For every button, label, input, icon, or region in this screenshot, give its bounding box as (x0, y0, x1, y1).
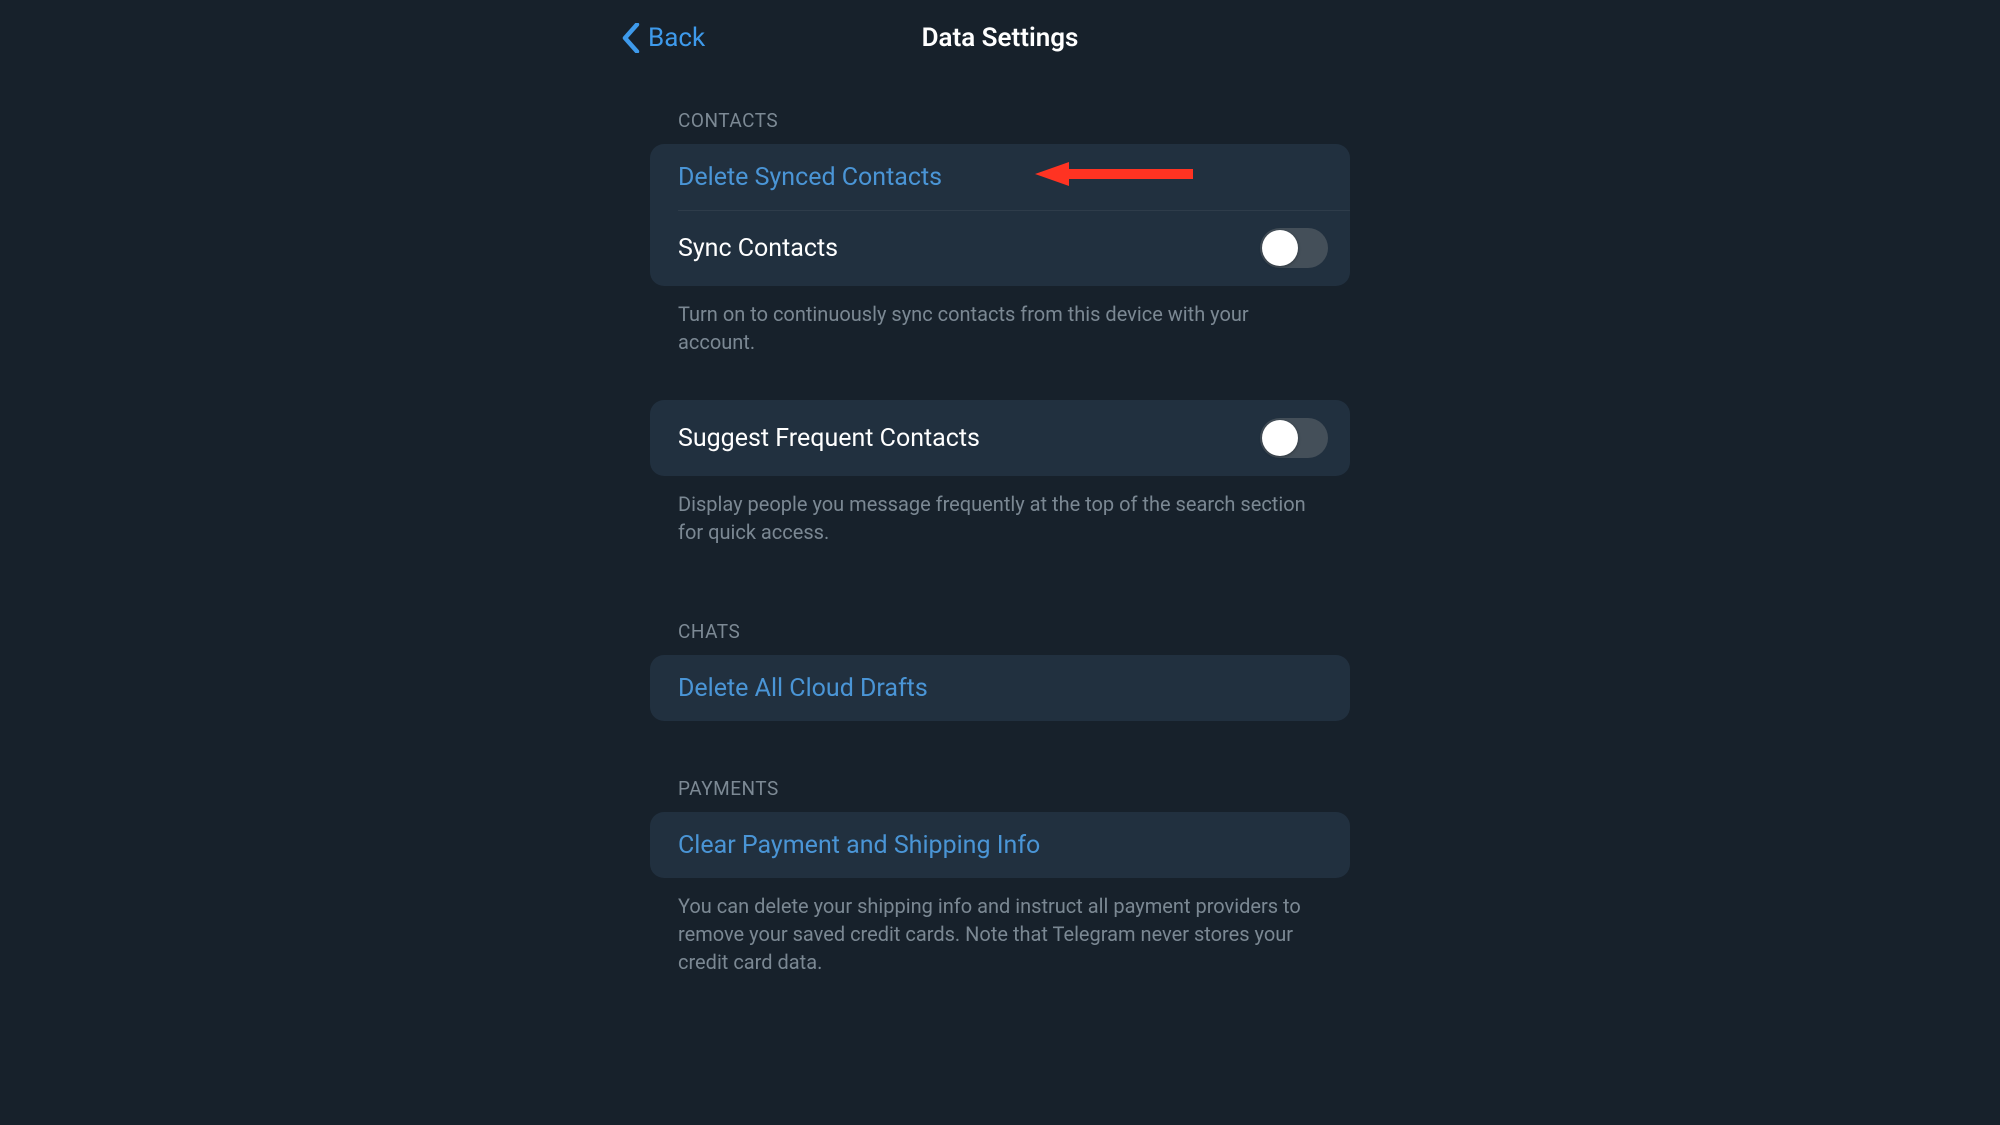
page-title: Data Settings (922, 23, 1079, 53)
chats-group: Delete All Cloud Drafts (650, 655, 1350, 721)
clear-payment-row[interactable]: Clear Payment and Shipping Info (650, 812, 1350, 878)
section-header-chats: CHATS (650, 620, 1350, 643)
delete-synced-contacts-label: Delete Synced Contacts (678, 163, 942, 192)
navbar: Back Data Settings (650, 10, 1350, 65)
switch-knob (1262, 230, 1298, 266)
suggest-frequent-row: Suggest Frequent Contacts (650, 400, 1350, 476)
back-label: Back (648, 23, 705, 53)
sync-contacts-toggle[interactable] (1260, 228, 1328, 268)
suggest-frequent-label: Suggest Frequent Contacts (678, 424, 980, 453)
sync-contacts-row: Sync Contacts (650, 210, 1350, 286)
contacts-group-2: Suggest Frequent Contacts (650, 400, 1350, 476)
contacts-group-1: Delete Synced Contacts Sync Contacts (650, 144, 1350, 286)
suggest-frequent-footer: Display people you message frequently at… (650, 490, 1350, 546)
back-button[interactable]: Back (622, 23, 705, 53)
settings-page: Back Data Settings CONTACTS Delete Synce… (650, 0, 1350, 976)
clear-payment-label: Clear Payment and Shipping Info (678, 831, 1040, 860)
delete-cloud-drafts-row[interactable]: Delete All Cloud Drafts (650, 655, 1350, 721)
payments-footer: You can delete your shipping info and in… (650, 892, 1350, 976)
delete-synced-contacts-row[interactable]: Delete Synced Contacts (650, 144, 1350, 210)
section-header-payments: PAYMENTS (650, 777, 1350, 800)
sync-contacts-footer: Turn on to continuously sync contacts fr… (650, 300, 1350, 356)
switch-knob (1262, 420, 1298, 456)
sync-contacts-label: Sync Contacts (678, 234, 838, 263)
suggest-frequent-toggle[interactable] (1260, 418, 1328, 458)
section-header-contacts: CONTACTS (650, 109, 1350, 132)
delete-cloud-drafts-label: Delete All Cloud Drafts (678, 674, 928, 703)
payments-group: Clear Payment and Shipping Info (650, 812, 1350, 878)
chevron-left-icon (622, 23, 640, 53)
